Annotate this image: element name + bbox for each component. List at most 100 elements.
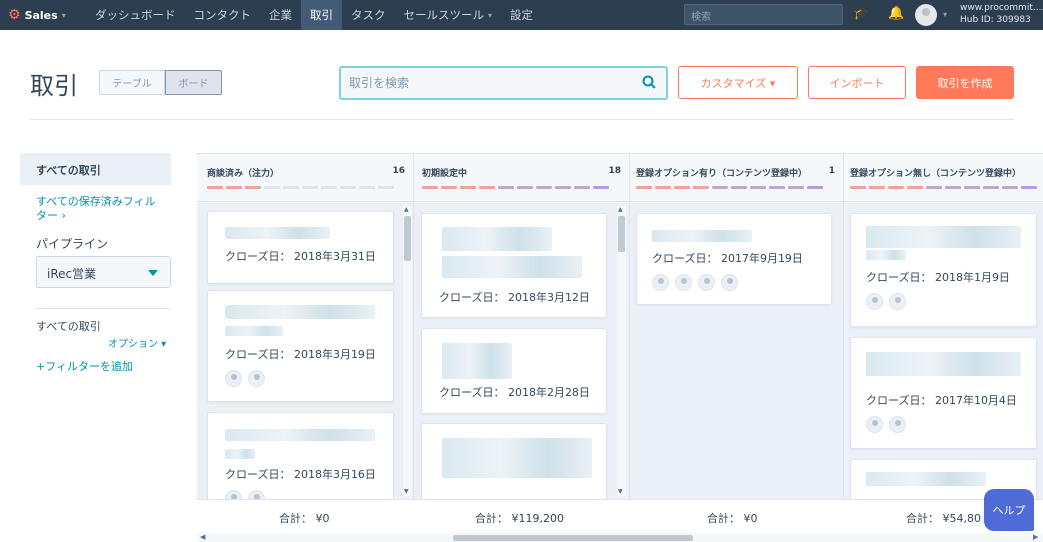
deal-search-input[interactable]: [341, 68, 631, 98]
nav-contacts[interactable]: コンタクト: [185, 0, 261, 30]
column-scrollbar[interactable]: ▲ ▼: [403, 206, 412, 496]
deal-name-redacted: [866, 352, 1021, 376]
column-total: 合計： ¥119,200: [475, 512, 564, 525]
deal-card[interactable]: クローズ日： 2018年3月31日: [207, 211, 394, 284]
scroll-down-icon[interactable]: ▼: [618, 488, 623, 495]
pipeline-select[interactable]: iRec営業: [36, 256, 171, 288]
notifications-bell-icon[interactable]: 🔔: [888, 6, 904, 21]
close-date: クローズ日： 2018年3月19日: [225, 348, 376, 361]
column-count: 1: [828, 166, 835, 176]
hubspot-logo-icon: ⚙: [8, 7, 21, 23]
saved-filters-link[interactable]: すべての保存済みフィルター ›: [36, 195, 166, 223]
deal-card[interactable]: クローズ日： 2018年2月28日: [421, 328, 607, 414]
nav-dashboard[interactable]: ダッシュボード: [86, 0, 185, 30]
card-avatars: [866, 293, 906, 310]
scroll-thumb[interactable]: [404, 216, 411, 261]
column-totals: 合計： ¥0 合計： ¥119,200 合計： ¥0 合計： ¥54,80: [197, 499, 1043, 533]
academy-icon[interactable]: 🎓: [853, 6, 869, 21]
scroll-thumb[interactable]: [453, 535, 693, 541]
header-divider: [30, 119, 1014, 120]
close-date: クローズ日： 2017年10月4日: [866, 394, 1017, 407]
board-column: 商談済み（注力） 16 クローズ日： 2018年3月31日 クローズ日： 201…: [197, 154, 414, 499]
owner-avatar: [248, 490, 265, 499]
deal-card[interactable]: クローズ日： 2017年9月19日: [636, 213, 832, 305]
scroll-right-icon[interactable]: ▶: [1033, 533, 1038, 541]
card-avatars: [652, 274, 738, 291]
nav-companies[interactable]: 企業: [260, 0, 301, 30]
column-scrollbar[interactable]: ▲ ▼: [617, 206, 626, 496]
stage-progress: [207, 186, 394, 189]
board-horizontal-scrollbar[interactable]: ◀ ▶: [197, 533, 1043, 542]
column-total: 合計： ¥0: [279, 512, 330, 525]
nav-deals[interactable]: 取引: [301, 0, 342, 30]
deal-card[interactable]: クローズ日： 2018年3月19日: [207, 290, 394, 402]
owner-avatar: [889, 293, 906, 310]
chevron-down-icon: ▾: [488, 10, 493, 20]
column-header: 登録オプション有り（コンテンツ登録中） 1: [630, 154, 843, 202]
view-toggle: テーブル ボード: [99, 70, 222, 95]
deal-card[interactable]: クローズ日： 2018年3月12日: [421, 213, 607, 318]
deal-name-redacted: [442, 438, 592, 478]
company-avatar: [225, 370, 242, 387]
deal-name-redacted: [225, 449, 255, 459]
brand-menu[interactable]: ⚙ Sales ▾: [0, 7, 86, 23]
top-nav: ⚙ Sales ▾ ダッシュボード コンタクト 企業 取引 タスク セールスツー…: [0, 0, 1043, 30]
deal-name-redacted: [442, 256, 582, 278]
owner-avatar: [698, 274, 715, 291]
account-avatar[interactable]: [915, 4, 937, 26]
deal-name-redacted: [225, 429, 375, 441]
column-body: クローズ日： 2018年1月9日 クローズ日： 2017年10月4日: [844, 203, 1043, 499]
global-search-input[interactable]: 検索: [684, 4, 843, 25]
table-view-button[interactable]: テーブル: [99, 70, 165, 95]
stage-progress: [422, 186, 609, 189]
column-body: クローズ日： 2018年3月12日 クローズ日： 2018年2月28日: [414, 203, 629, 499]
close-date: クローズ日： 2018年3月31日: [225, 250, 376, 263]
stage-progress: [636, 186, 823, 189]
pipeline-value: iRec営業: [47, 267, 97, 281]
column-title: 商談済み（注力）: [207, 169, 280, 179]
column-count: 16: [392, 166, 405, 176]
nav-sales-tools[interactable]: セールスツール ▾: [395, 0, 502, 30]
account-info[interactable]: www.procommit.... Hub ID: 309983: [960, 2, 1043, 26]
scroll-up-icon[interactable]: ▲: [404, 206, 409, 213]
deal-name-redacted: [225, 305, 375, 319]
deal-card[interactable]: [421, 423, 607, 499]
column-header: 商談済み（注力） 16: [197, 154, 413, 202]
deal-card[interactable]: クローズ日： 2018年3月16日: [207, 412, 394, 499]
company-avatar: [866, 416, 883, 433]
add-filter-link[interactable]: +フィルターを追加: [36, 358, 133, 374]
customize-button[interactable]: カスタマイズ ▾: [678, 66, 798, 99]
search-icon[interactable]: [642, 75, 656, 89]
create-deal-button[interactable]: 取引を作成: [916, 66, 1014, 99]
sidebar-all-deals[interactable]: すべての取引: [20, 153, 171, 185]
board-view-button[interactable]: ボード: [165, 70, 222, 95]
deal-name-redacted: [866, 226, 1021, 248]
deal-name-redacted: [866, 250, 906, 260]
help-button[interactable]: ヘルプ: [984, 489, 1034, 531]
column-body: クローズ日： 2018年3月31日 クローズ日： 2018年3月19日 クローズ…: [197, 203, 413, 499]
deal-card[interactable]: クローズ日： 2018年1月9日: [850, 213, 1037, 327]
column-title: 初期設定中: [422, 169, 468, 179]
card-avatars: [225, 370, 265, 387]
board-column: 登録オプション有り（コンテンツ登録中） 1 クローズ日： 2017年9月19日: [630, 154, 844, 499]
chevron-down-icon[interactable]: ▾: [943, 10, 947, 19]
company-avatar: [866, 293, 883, 310]
deal-card[interactable]: クローズ日： 2017年10月4日: [850, 337, 1037, 449]
owner-avatar: [889, 416, 906, 433]
close-date: クローズ日： 2017年9月19日: [652, 252, 803, 265]
account-domain: www.procommit....: [960, 3, 1043, 13]
scroll-up-icon[interactable]: ▲: [618, 206, 623, 213]
scroll-down-icon[interactable]: ▼: [404, 488, 409, 495]
board-column: 初期設定中 18 クローズ日： 2018年3月12日 クローズ日： 2018年2…: [414, 154, 630, 499]
nav-settings[interactable]: 設定: [501, 0, 542, 30]
close-date: クローズ日： 2018年3月16日: [225, 468, 376, 481]
scroll-thumb[interactable]: [618, 216, 625, 252]
dropdown-caret-icon: [148, 270, 158, 276]
column-title: 登録オプション無し（コンテンツ登録中）: [850, 169, 1022, 179]
filter-options-link[interactable]: オプション ▾: [108, 335, 166, 350]
close-date: クローズ日： 2018年2月28日: [439, 386, 590, 399]
column-title: 登録オプション有り（コンテンツ登録中）: [636, 169, 808, 179]
scroll-left-icon[interactable]: ◀: [200, 533, 205, 541]
nav-tasks[interactable]: タスク: [342, 0, 395, 30]
import-button[interactable]: インポート: [808, 66, 906, 99]
